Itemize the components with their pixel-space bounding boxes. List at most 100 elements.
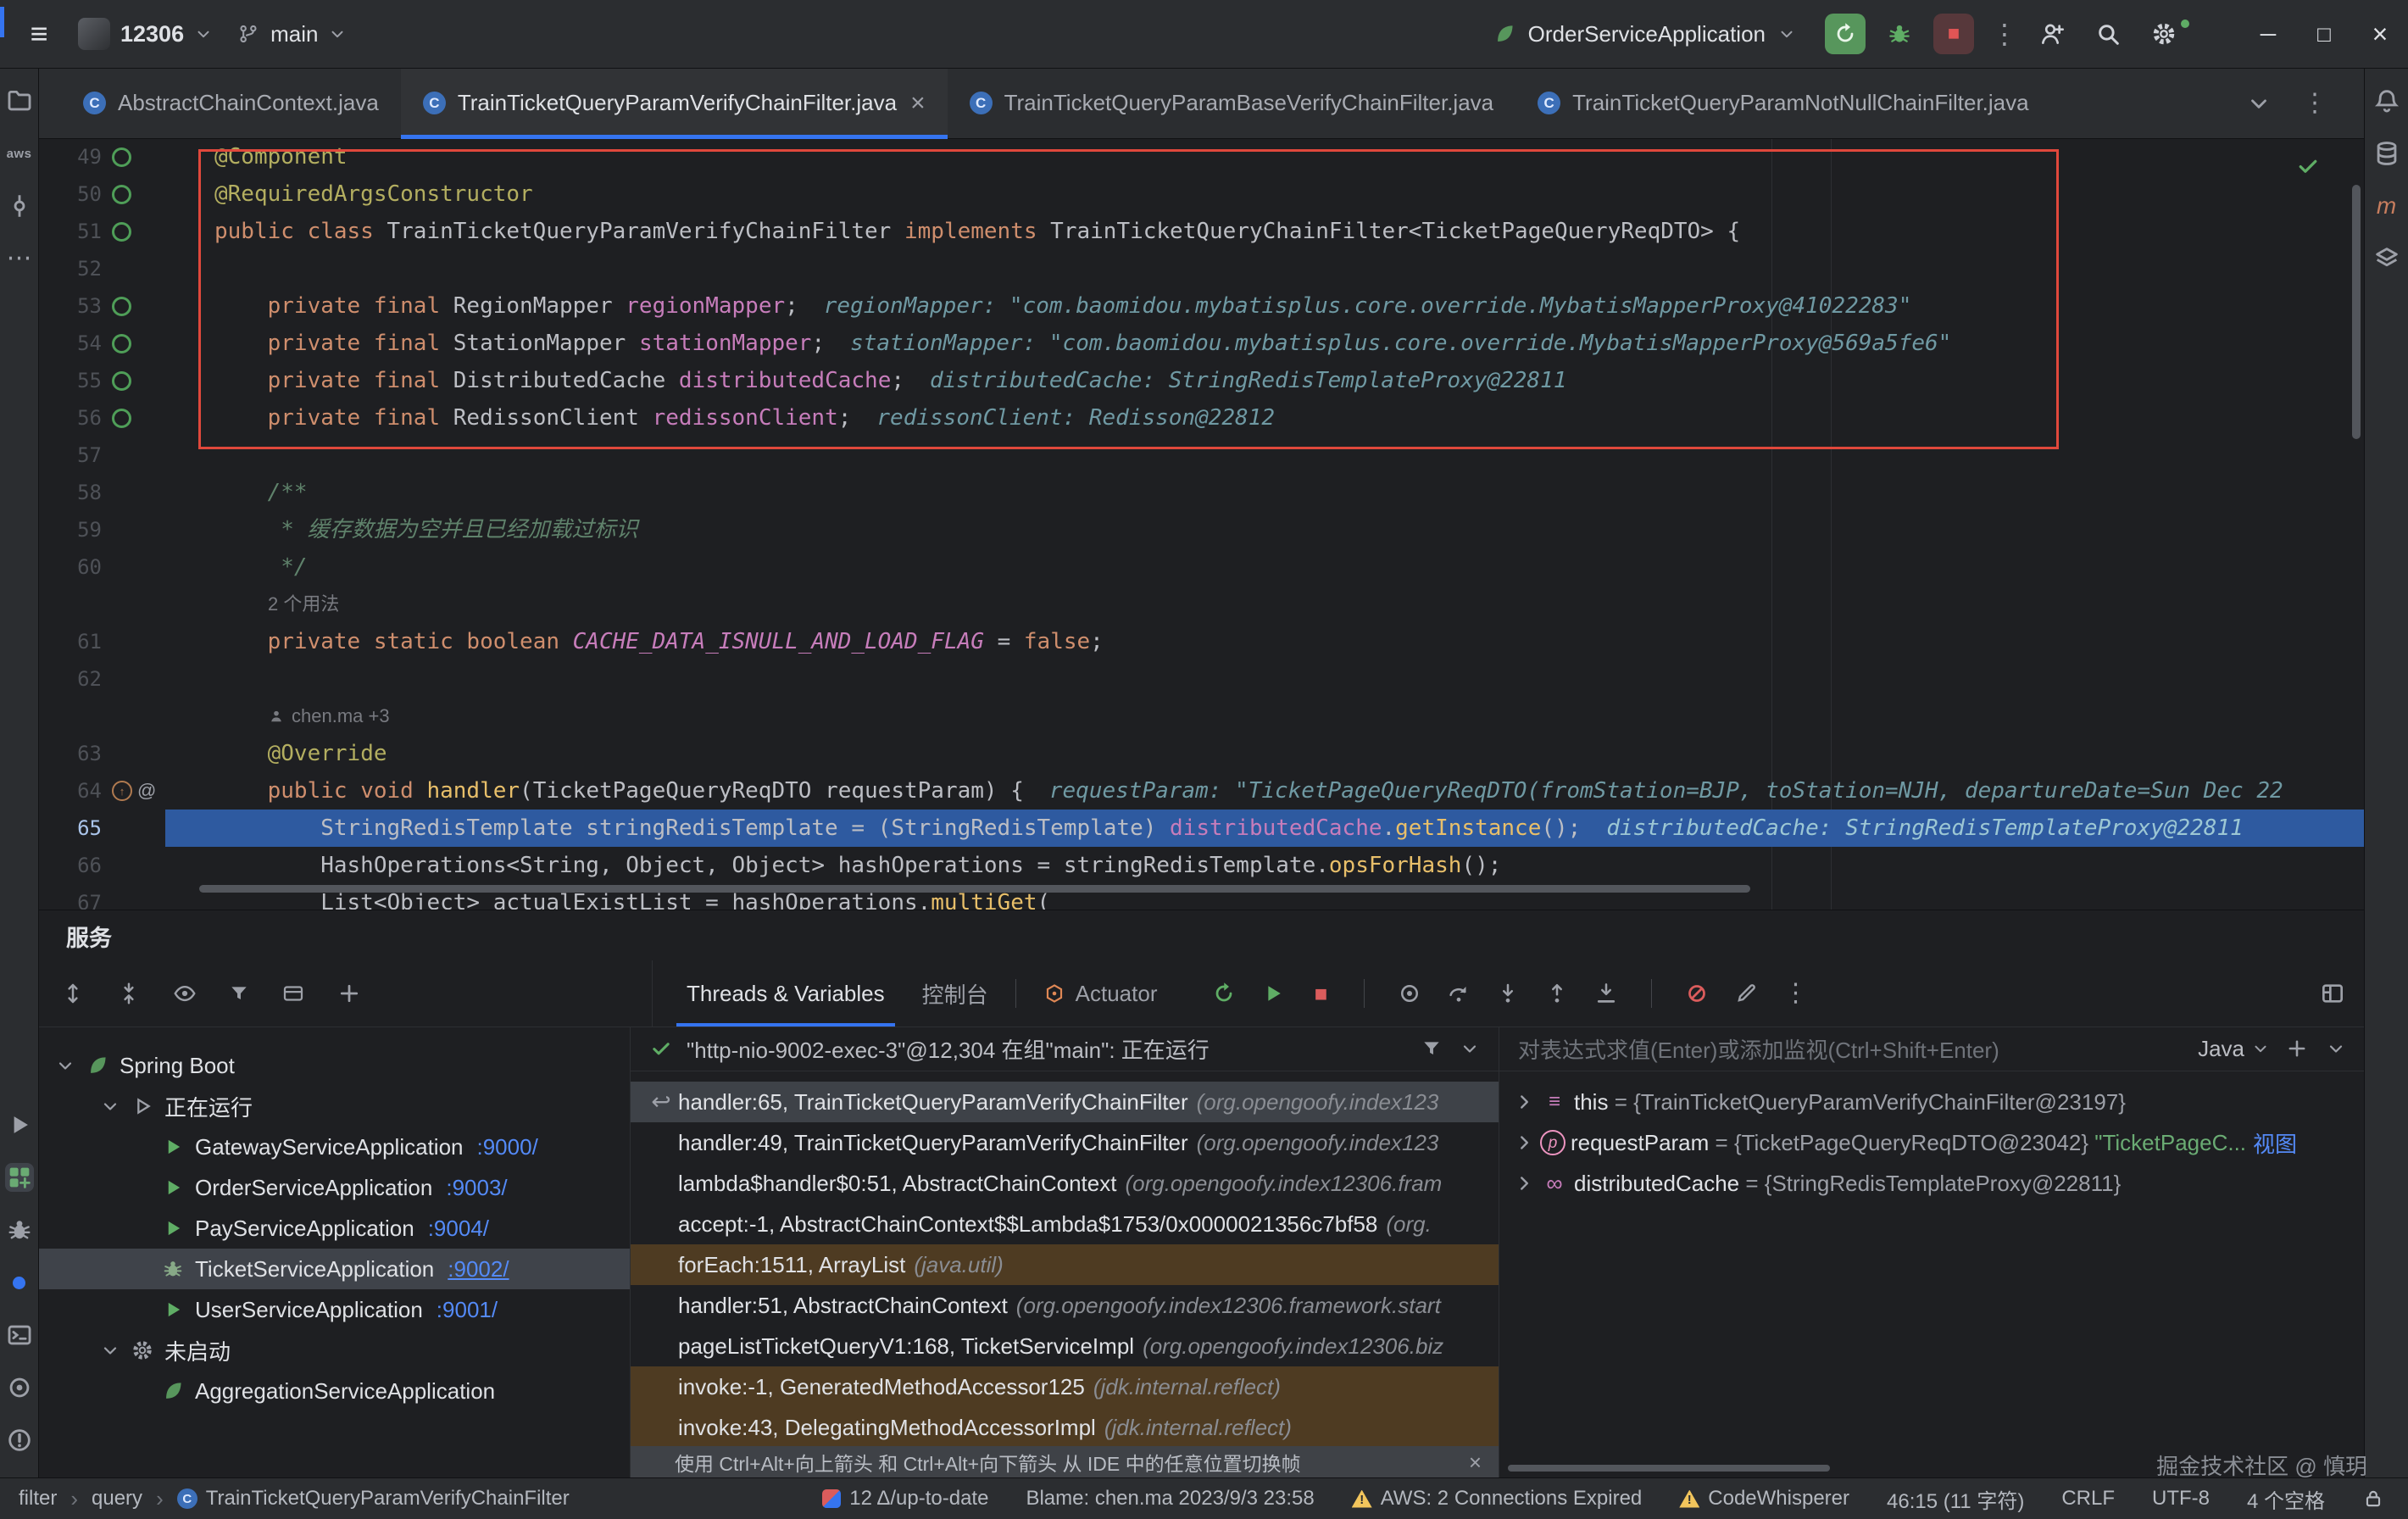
service-item[interactable]: Spring Boot: [38, 1045, 630, 1086]
close-hint-icon[interactable]: ×: [1469, 1451, 1482, 1473]
bean-gutter-icon[interactable]: [112, 185, 131, 204]
stack-frame[interactable]: ↩handler:65, TrainTicketQueryParamVerify…: [631, 1082, 1499, 1122]
caret-position[interactable]: 46:15 (11 字符): [1887, 1484, 2024, 1514]
editor-tab[interactable]: CTrainTicketQueryParamVerifyChainFilter.…: [401, 68, 948, 138]
expand-all-icon[interactable]: [60, 981, 86, 1006]
service-item[interactable]: TicketServiceApplication:9002/: [38, 1249, 630, 1289]
services-panel-header[interactable]: 服务: [38, 910, 2393, 961]
usages-hint[interactable]: 2 个用法: [268, 586, 339, 623]
code-line[interactable]: 62: [38, 660, 2365, 698]
stack-frame[interactable]: handler:51, AbstractChainContext(org.ope…: [631, 1285, 1499, 1326]
blame-widget[interactable]: Blame: chen.ma 2023/9/3 23:58: [1026, 1487, 1314, 1511]
settings-gear-icon[interactable]: [2150, 20, 2177, 47]
language-selector[interactable]: Java: [2198, 1036, 2270, 1062]
file-encoding[interactable]: UTF-8: [2152, 1487, 2210, 1511]
code-line[interactable]: 57: [38, 437, 2365, 474]
evaluate-expression-icon[interactable]: [1733, 981, 1759, 1006]
aws-status[interactable]: AWS: 2 Connections Expired: [1352, 1487, 1643, 1511]
thread-selector[interactable]: "http-nio-9002-exec-3"@12,304 在组"main": …: [631, 1027, 1499, 1071]
service-port-link[interactable]: :9004/: [428, 1216, 489, 1242]
aws-toolkit-icon[interactable]: aws: [5, 139, 34, 168]
bean-gutter-icon[interactable]: [112, 147, 131, 167]
main-menu-icon[interactable]: ≡: [24, 19, 54, 49]
variable-row[interactable]: ≡this = {TrainTicketQueryParamVerifyChai…: [1499, 1082, 2365, 1122]
bean-gutter-icon[interactable]: [112, 297, 131, 316]
code-line[interactable]: 49@Component: [38, 138, 2365, 175]
indent-style[interactable]: 4 个空格: [2247, 1484, 2325, 1514]
step-out-icon[interactable]: [1544, 981, 1570, 1006]
code-with-me-icon[interactable]: [2038, 20, 2066, 47]
close-tab-icon[interactable]: ×: [910, 91, 926, 116]
stop-process-icon[interactable]: ■: [1310, 982, 1332, 1004]
author-hint[interactable]: chen.ma +3: [292, 698, 390, 735]
show-execution-point-icon[interactable]: [1397, 981, 1422, 1006]
line-separator[interactable]: CRLF: [2061, 1487, 2115, 1511]
view-link[interactable]: 视图: [2253, 1127, 2297, 1159]
code-line[interactable]: 66 HashOperations<String, Object, Object…: [38, 847, 2365, 884]
debug-button[interactable]: [1879, 14, 1920, 54]
service-port-link[interactable]: :9002/: [448, 1256, 509, 1283]
service-item[interactable]: 正在运行: [38, 1086, 630, 1127]
view-options-icon[interactable]: [172, 981, 197, 1006]
variable-row[interactable]: prequestParam = {TicketPageQueryReqDTO@2…: [1499, 1122, 2365, 1163]
breadcrumb-class[interactable]: C TrainTicketQueryParamVerifyChainFilter: [177, 1487, 570, 1511]
service-port-link[interactable]: :9001/: [437, 1297, 498, 1323]
filter-icon[interactable]: [228, 982, 250, 1004]
variable-row[interactable]: ∞distributedCache = {StringRedisTemplate…: [1499, 1163, 2365, 1204]
chevron-right-icon[interactable]: [1513, 1091, 1535, 1113]
run-to-cursor-icon[interactable]: [1593, 981, 1619, 1006]
step-over-icon[interactable]: [1446, 981, 1471, 1006]
stack-frame[interactable]: pageListTicketQueryV1:168, TicketService…: [631, 1326, 1499, 1366]
stack-frame[interactable]: invoke:43, DelegatingMethodAccessorImpl(…: [631, 1407, 1499, 1448]
stack-frame[interactable]: accept:-1, AbstractChainContext$$Lambda$…: [631, 1204, 1499, 1244]
more-tool-windows-icon[interactable]: ⋯: [5, 244, 34, 273]
evaluate-expression-field[interactable]: 对表达式求值(Enter)或添加监视(Ctrl+Shift+Enter) Jav…: [1499, 1027, 2365, 1071]
code-line[interactable]: 55 private final DistributedCache distri…: [38, 362, 2365, 399]
code-line[interactable]: 54 private final StationMapper stationMa…: [38, 325, 2365, 362]
chevron-down-icon[interactable]: [100, 1096, 120, 1116]
more-run-actions-icon[interactable]: ⋮: [1991, 20, 2018, 47]
mute-breakpoints-icon[interactable]: [1684, 981, 1710, 1006]
stack-frame[interactable]: forEach:1511, ArrayList(java.util): [631, 1244, 1499, 1285]
tab-actuator[interactable]: Actuator: [1025, 960, 1176, 1027]
rerun-debug-icon[interactable]: [1211, 981, 1237, 1006]
project-widget[interactable]: 12306: [78, 18, 213, 50]
more-debug-actions-icon[interactable]: ⋮: [1782, 981, 1808, 1006]
inspections-ok-icon[interactable]: [2295, 153, 2321, 179]
debug-tool-icon[interactable]: [5, 1216, 34, 1244]
minimize-window-button[interactable]: ─: [2240, 0, 2296, 68]
ovr-gutter-icon[interactable]: ↑: [112, 781, 132, 801]
code-line[interactable]: 63 @Override: [38, 735, 2365, 772]
group-by-icon[interactable]: [281, 981, 306, 1006]
code-line[interactable]: 53 private final RegionMapper regionMapp…: [38, 287, 2365, 325]
variables-scrollbar[interactable]: [1508, 1465, 1830, 1472]
stack-frame[interactable]: lambda$handler$0:51, AbstractChainContex…: [631, 1163, 1499, 1204]
code-line[interactable]: 51public class TrainTicketQueryParamVeri…: [38, 213, 2365, 250]
code-line[interactable]: 64↑@ public void handler(TicketPageQuery…: [38, 772, 2365, 810]
service-item[interactable]: PayServiceApplication:9004/: [38, 1208, 630, 1249]
hidden-tabs-icon[interactable]: [2246, 91, 2272, 116]
maven-tool-icon[interactable]: m: [2372, 192, 2401, 220]
layout-settings-icon[interactable]: [2319, 980, 2346, 1007]
thread-dropdown-icon[interactable]: [1460, 1038, 1480, 1059]
notifications-icon[interactable]: [2372, 86, 2401, 115]
bean-gutter-icon[interactable]: [112, 371, 131, 391]
problems-tool-icon[interactable]: [5, 1426, 34, 1455]
hide-frames-filter-icon[interactable]: [1421, 1038, 1443, 1060]
run-config-selector[interactable]: OrderServiceApplication: [1493, 21, 1796, 47]
step-into-icon[interactable]: [1495, 981, 1521, 1006]
profiler-tool-icon[interactable]: [5, 1373, 34, 1402]
service-port-link[interactable]: :9000/: [477, 1134, 538, 1160]
service-port-link[interactable]: :9003/: [446, 1175, 507, 1201]
codewhisperer-status[interactable]: CodeWhisperer: [1679, 1487, 1849, 1511]
services-tool-icon[interactable]: [5, 1163, 34, 1192]
code-line[interactable]: 56 private final RedissonClient redisson…: [38, 399, 2365, 437]
vcs-sync-status[interactable]: 12 Δ/up-to-date: [822, 1487, 988, 1511]
readonly-lock-icon[interactable]: [2362, 1488, 2384, 1510]
branch-widget[interactable]: main: [236, 21, 347, 47]
add-watch-icon[interactable]: [2285, 1037, 2309, 1060]
service-item[interactable]: GatewayServiceApplication:9000/: [38, 1127, 630, 1167]
chevron-right-icon[interactable]: [1513, 1132, 1535, 1154]
commit-tool-icon[interactable]: [5, 192, 34, 220]
dependencies-tool-icon[interactable]: [2372, 244, 2401, 273]
